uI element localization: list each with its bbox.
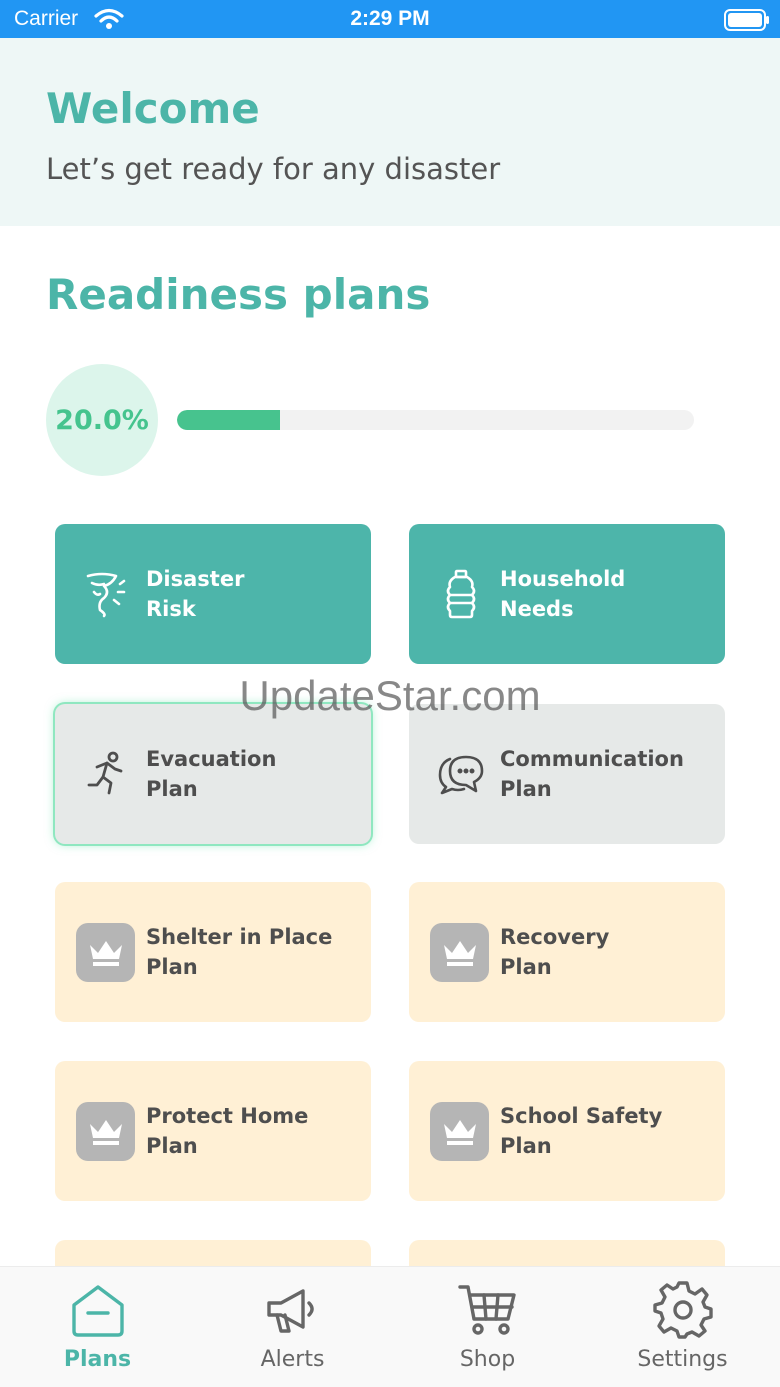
card-protect-home-plan[interactable]: Protect Home Plan xyxy=(55,1061,371,1201)
card-label: Shelter in Place Plan xyxy=(146,925,333,979)
card-evacuation-plan[interactable]: Evacuation Plan xyxy=(55,704,371,844)
card-label: Disaster Risk xyxy=(146,567,245,621)
cart-icon xyxy=(457,1285,516,1335)
readiness-title: Readiness plans xyxy=(46,270,431,319)
progress-bar xyxy=(177,410,694,430)
status-bar: Carrier 2:29 PM xyxy=(0,0,780,38)
progress-bar-fill xyxy=(177,410,281,430)
tab-alerts[interactable]: Alerts xyxy=(195,1267,390,1387)
megaphone-icon xyxy=(266,1289,314,1333)
crown-icon xyxy=(430,1102,489,1161)
crown-icon xyxy=(430,923,489,982)
progress-circle: 20.0% xyxy=(46,364,158,476)
tab-label: Alerts xyxy=(260,1347,325,1372)
welcome-title: Welcome xyxy=(46,84,260,133)
battery-icon xyxy=(724,9,769,31)
tab-bar: Plans Alerts Shop Settings xyxy=(0,1266,780,1387)
tab-label: Plans xyxy=(63,1347,132,1372)
running-person-icon xyxy=(81,748,133,800)
card-communication-plan[interactable]: Communication Plan xyxy=(409,704,725,844)
tab-label: Shop xyxy=(459,1347,516,1372)
welcome-header: Welcome Let’s get ready for any disaster xyxy=(0,38,780,226)
card-label: Protect Home Plan xyxy=(146,1104,309,1158)
tornado-icon xyxy=(81,568,133,620)
card-household-needs[interactable]: Household Needs xyxy=(409,524,725,664)
card-disaster-risk[interactable]: Disaster Risk xyxy=(55,524,371,664)
home-icon xyxy=(71,1285,124,1337)
card-recovery-plan[interactable]: Recovery Plan xyxy=(409,882,725,1022)
gear-icon xyxy=(652,1281,713,1339)
card-label: Recovery Plan xyxy=(500,925,610,979)
card-label: Household Needs xyxy=(500,567,626,621)
chat-bubbles-icon xyxy=(435,748,487,800)
progress-percent: 20.0% xyxy=(55,404,149,436)
tab-plans[interactable]: Plans xyxy=(0,1267,195,1387)
water-bottle-icon xyxy=(435,568,487,620)
status-time: 2:29 PM xyxy=(350,7,430,30)
crown-icon xyxy=(76,1102,135,1161)
tab-shop[interactable]: Shop xyxy=(390,1267,585,1387)
crown-icon xyxy=(76,923,135,982)
tab-settings[interactable]: Settings xyxy=(585,1267,780,1387)
card-label: School Safety Plan xyxy=(500,1104,663,1158)
card-label: Evacuation Plan xyxy=(146,747,277,801)
tab-label: Settings xyxy=(637,1347,728,1372)
welcome-subtitle: Let’s get ready for any disaster xyxy=(46,152,501,186)
card-school-safety-plan[interactable]: School Safety Plan xyxy=(409,1061,725,1201)
card-shelter-in-place-plan[interactable]: Shelter in Place Plan xyxy=(55,882,371,1022)
card-label: Communication Plan xyxy=(500,747,684,801)
